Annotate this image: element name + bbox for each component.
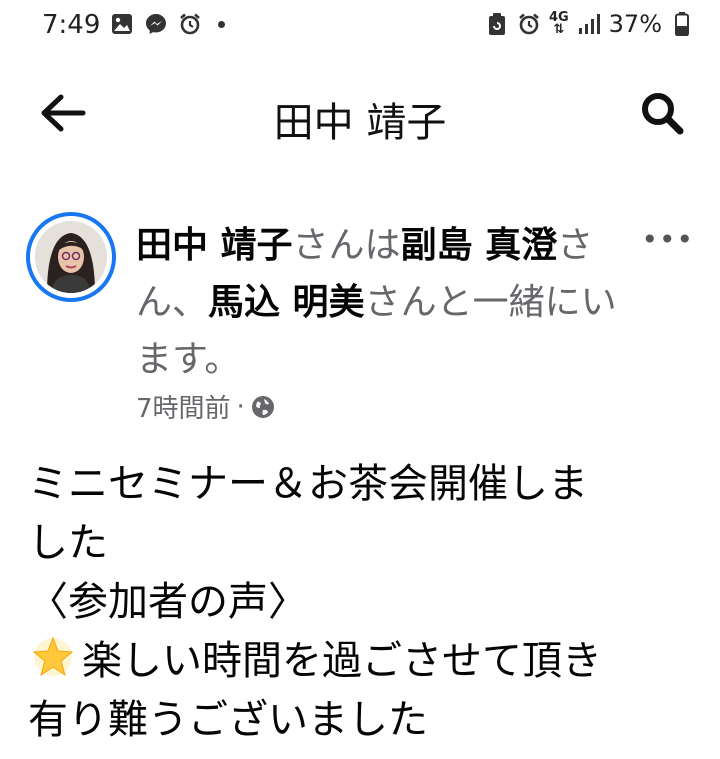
battery-icon <box>670 12 694 36</box>
with-text: さんは <box>292 225 401 266</box>
search-icon <box>642 93 684 135</box>
more-options-button[interactable]: ••• <box>641 223 694 256</box>
avatar <box>35 221 107 293</box>
post-line: 〈参加者の声〉 <box>28 579 308 625</box>
gallery-icon <box>110 12 134 36</box>
author-name-link[interactable]: 田中 靖子 <box>136 225 293 266</box>
network-4g-icon: 4G ⇅ <box>548 10 569 37</box>
tagged-friend-2[interactable]: 馬込 明美 <box>208 282 365 323</box>
alarm-icon <box>517 12 541 36</box>
post-line: 有り難うございました <box>28 697 428 743</box>
post-line-with-emoji: 楽しい時間を過ごさせて頂き <box>28 632 708 691</box>
status-bar: 7:49 4G ⇅ 37% <box>0 0 720 52</box>
notification-dot <box>218 20 225 28</box>
post-timestamp[interactable]: 7時間前 <box>136 388 231 425</box>
post-author-line: 田中 靖子さんは副島 真澄さん、馬込 明美さんと一緒にいます。 <box>136 217 636 388</box>
app-header: 田中 靖子 <box>0 70 720 160</box>
post-line: した <box>28 520 108 566</box>
network-label: 4G <box>548 10 569 25</box>
status-right-icons: 4G ⇅ 37% <box>485 10 694 38</box>
search-button[interactable] <box>632 88 692 138</box>
post-meta: 7時間前 · <box>136 388 275 425</box>
status-time: 7:49 <box>42 10 101 40</box>
recycle-icon <box>485 12 509 36</box>
globe-icon[interactable] <box>251 395 275 419</box>
signal-icon <box>577 12 601 36</box>
glowing-star-icon <box>32 636 74 677</box>
alarm-icon <box>178 12 202 36</box>
status-left-icons <box>110 12 225 36</box>
post-line: ミニセミナー＆お茶会開催しま <box>28 461 588 507</box>
avatar-story-ring[interactable] <box>26 212 116 302</box>
battery-percent: 37% <box>608 10 662 38</box>
page-title: 田中 靖子 <box>273 100 447 146</box>
tagged-friend-1[interactable]: 副島 真澄 <box>401 225 558 266</box>
post-line: 楽しい時間を過ごさせて頂き <box>82 638 602 684</box>
meta-separator: · <box>236 391 245 422</box>
post-body: ミニセミナー＆お茶会開催しま した 〈参加者の声〉 楽しい時間を過ごさせて頂き … <box>28 455 708 750</box>
messenger-icon <box>144 12 168 36</box>
